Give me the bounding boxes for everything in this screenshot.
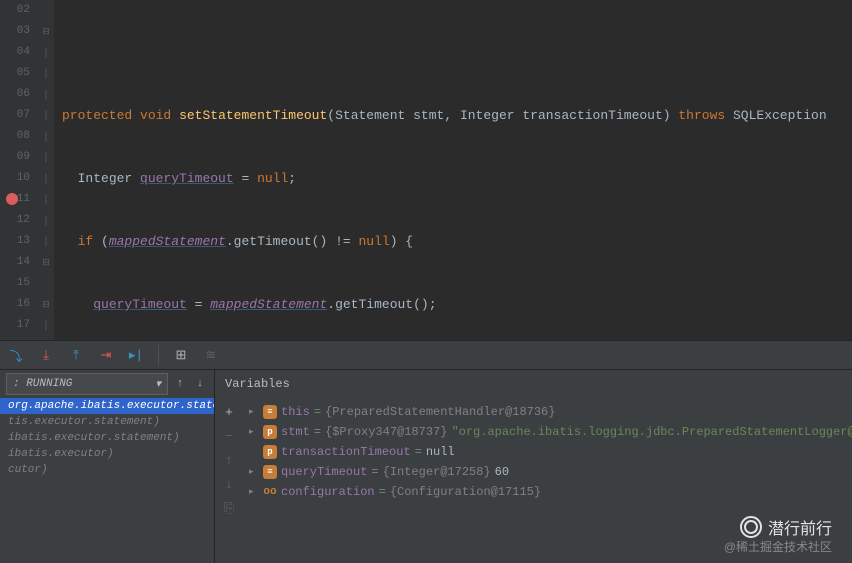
line-number[interactable]: 11	[0, 189, 30, 210]
variable-row[interactable]: ▸oo configuration = {Configuration@17115…	[243, 482, 852, 502]
frame-item[interactable]: tis.executor.statement)	[0, 414, 214, 430]
code-editor[interactable]: 02 03 04 05 06 07 08 09 10 11 12 13 14 1…	[0, 0, 852, 340]
run-to-cursor-icon[interactable]: ▸|	[128, 347, 144, 363]
frames-panel: : RUNNING▾ ↑ ↓ org.apache.ibatis.executo…	[0, 370, 215, 563]
fold-column: ⊟││││││││││⊟⊟│	[38, 0, 54, 340]
gutter: 02 03 04 05 06 07 08 09 10 11 12 13 14 1…	[0, 0, 38, 340]
watermark-sub: @稀土掘金技术社区	[724, 538, 832, 555]
frame-item[interactable]: ibatis.executor)	[0, 446, 214, 462]
line-number: 09	[0, 147, 30, 168]
trace-icon[interactable]: ≋	[203, 347, 219, 363]
debug-toolbar: ⤵ ⤓ ⤒ ⇥ ▸| ⊞ ≋	[0, 340, 852, 370]
variable-row[interactable]: ▸≡ queryTimeout = {Integer@17258} 60	[243, 462, 852, 482]
line-number: 08	[0, 126, 30, 147]
line-number: 05	[0, 63, 30, 84]
line-number: 15	[0, 273, 30, 294]
step-into-icon[interactable]: ⤓	[38, 347, 54, 363]
remove-watch-icon[interactable]: −	[221, 428, 237, 444]
frame-down-icon[interactable]: ↓	[192, 376, 208, 392]
down-icon[interactable]: ↓	[221, 476, 237, 492]
frame-item[interactable]: ibatis.executor.statement)	[0, 430, 214, 446]
line-number: 04	[0, 42, 30, 63]
variable-row[interactable]: p transactionTimeout = null	[243, 442, 852, 462]
breakpoint-icon[interactable]	[6, 193, 18, 205]
frame-list[interactable]: org.apache.ibatis.executor.statement) ti…	[0, 398, 214, 478]
frame-item[interactable]: cutor)	[0, 462, 214, 478]
line-number: 07	[0, 105, 30, 126]
step-over-icon[interactable]: ⤵	[8, 347, 24, 363]
variable-tree[interactable]: ▸≡ this = {PreparedStatementHandler@1873…	[243, 398, 852, 522]
frame-up-icon[interactable]: ↑	[172, 376, 188, 392]
debug-panel: : RUNNING▾ ↑ ↓ org.apache.ibatis.executo…	[0, 370, 852, 563]
step-out-icon[interactable]: ⤒	[68, 347, 84, 363]
line-number: 14	[0, 252, 30, 273]
variable-row[interactable]: ▸≡ this = {PreparedStatementHandler@1873…	[243, 402, 852, 422]
variable-row[interactable]: ▸p stmt = {$Proxy347@18737} "org.apache.…	[243, 422, 852, 442]
line-number: 03	[0, 21, 30, 42]
code-area[interactable]: protected void setStatementTimeout(State…	[54, 0, 852, 340]
line-number: 06	[0, 84, 30, 105]
up-icon[interactable]: ↑	[221, 452, 237, 468]
thread-selector-row: : RUNNING▾ ↑ ↓	[0, 370, 214, 398]
frame-item[interactable]: org.apache.ibatis.executor.statement)	[0, 398, 214, 414]
force-step-icon[interactable]: ⇥	[98, 347, 114, 363]
copy-icon[interactable]: ⎘	[221, 500, 237, 516]
line-number: 13	[0, 231, 30, 252]
line-number: 12	[0, 210, 30, 231]
separator	[158, 345, 159, 365]
line-number: 02	[0, 0, 30, 21]
variable-tools: + − ↑ ↓ ⎘	[215, 398, 243, 522]
thread-dropdown[interactable]: : RUNNING▾	[6, 373, 168, 395]
add-watch-icon[interactable]: +	[221, 404, 237, 420]
evaluate-icon[interactable]: ⊞	[173, 347, 189, 363]
variables-title: Variables	[215, 370, 852, 398]
line-number: 10	[0, 168, 30, 189]
watermark: 潜行前行	[740, 515, 832, 539]
line-number: 17	[0, 315, 30, 336]
line-number: 16	[0, 294, 30, 315]
wechat-icon	[740, 516, 762, 538]
